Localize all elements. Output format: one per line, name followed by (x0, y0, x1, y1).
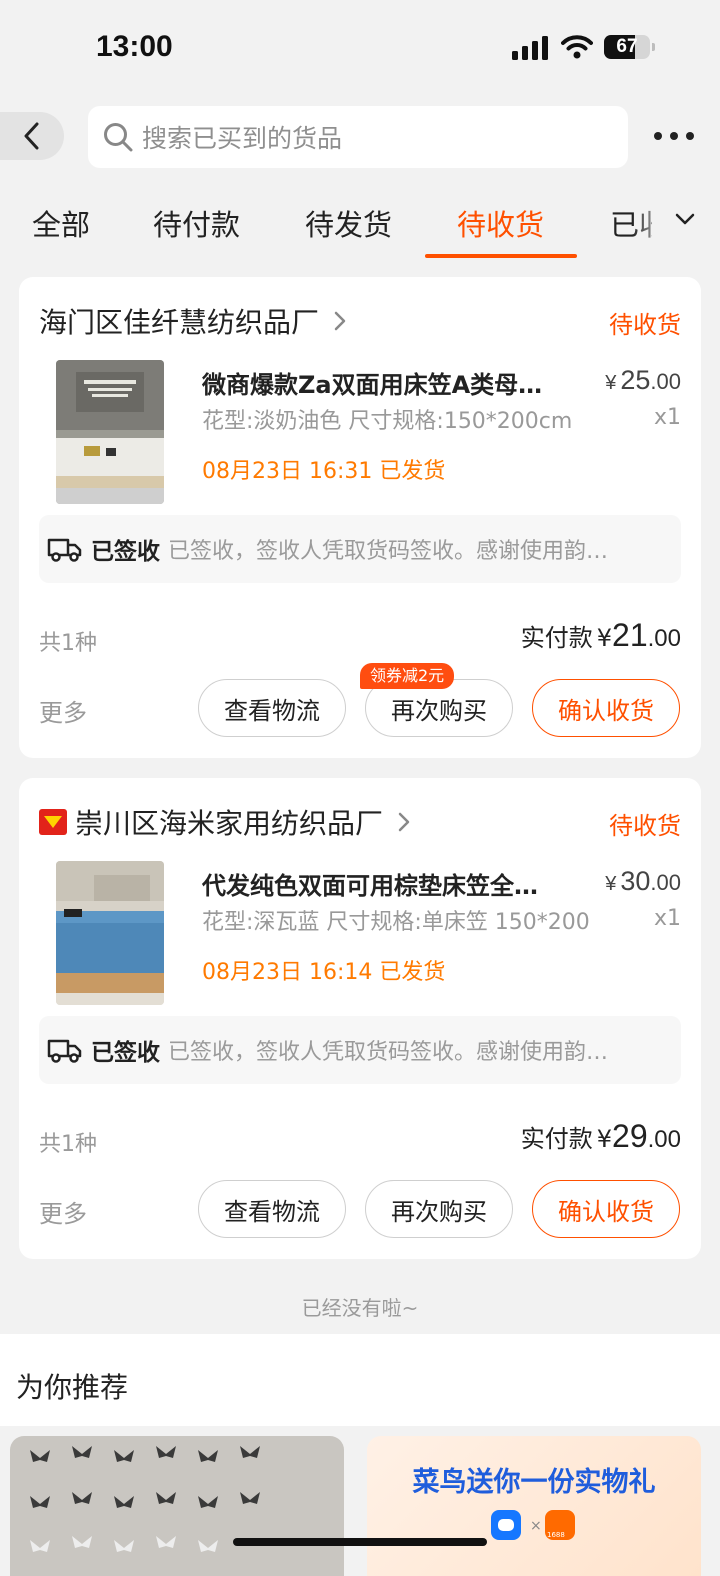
chevron-down-icon[interactable] (672, 210, 698, 228)
view-logistics-button[interactable]: 查看物流 (198, 679, 346, 737)
truck-icon (47, 538, 82, 562)
product-title[interactable]: 代发纯色双面可用棕垫床笠全… (202, 866, 562, 901)
shop-logo-icon (39, 809, 67, 835)
tab-pending-receipt[interactable]: 待收货 (457, 202, 544, 244)
tab-pending-shipment[interactable]: 待发货 (305, 202, 392, 244)
chevron-right-icon (398, 812, 410, 832)
recommendations-title: 为你推荐 (16, 1371, 129, 1404)
tab-all[interactable]: 全部 (32, 202, 90, 244)
more-actions[interactable]: 更多 (39, 1194, 87, 1229)
product-image[interactable] (56, 360, 164, 504)
tab-fade (632, 188, 672, 258)
product-price: ¥25.00 (605, 365, 681, 395)
end-of-list-note: 已经没有啦~ (301, 1296, 419, 1320)
recommendations-section: 为你推荐 菜鸟送你一份实物礼 × 1688 (0, 1334, 720, 1576)
item-kinds: 共1种 (39, 1132, 97, 1157)
product-quantity: x1 (653, 906, 681, 931)
shipping-info: 08月23日 16:31 已发货 (202, 459, 446, 484)
order-status: 待收货 (609, 812, 681, 840)
paid-amount: 实付款 ¥29.00 (520, 1118, 681, 1154)
product-price: ¥30.00 (605, 866, 681, 896)
shop-link[interactable]: 海门区佳纤慧纺织品厂 (39, 301, 351, 341)
partner-logos-icon: × 1688 (491, 1510, 575, 1540)
chevron-right-icon (334, 311, 346, 331)
status-bar: 13:00 67 (0, 0, 720, 96)
clock: 13:00 (96, 30, 173, 63)
product-quantity: x1 (653, 405, 681, 430)
active-tab-indicator (425, 254, 577, 258)
shop-name: 海门区佳纤慧纺织品厂 (39, 306, 320, 339)
more-dot-icon (654, 132, 662, 140)
tab-pending-payment[interactable]: 待付款 (153, 202, 240, 244)
home-indicator[interactable] (233, 1538, 487, 1546)
shop-name: 崇川区海米家用纺织品厂 (75, 807, 384, 840)
coupon-badge[interactable]: 领券减2元 (360, 663, 455, 689)
product-spec: 花型:淡奶油色 尺寸规格:150*200cm (202, 409, 573, 434)
more-actions[interactable]: 更多 (39, 693, 87, 728)
wifi-icon (561, 35, 593, 59)
battery-level: 67 (616, 36, 638, 57)
svg-text:×: × (530, 1518, 542, 1534)
shipping-info: 08月23日 16:14 已发货 (202, 960, 446, 985)
search-input[interactable]: 搜索已买到的货品 (88, 106, 628, 168)
back-button[interactable] (0, 112, 64, 160)
truck-icon (47, 1039, 82, 1063)
view-logistics-button[interactable]: 查看物流 (198, 1180, 346, 1238)
product-image[interactable] (56, 861, 164, 1005)
shop-link[interactable]: 崇川区海米家用纺织品厂 (39, 802, 415, 842)
order-card: 崇川区海米家用纺织品厂 待收货 代发纯色双面可用棕垫床笠全… ¥30.00 花型… (19, 778, 701, 1259)
cellular-signal-icon (512, 36, 548, 60)
product-spec: 花型:深瓦蓝 尺寸规格:单床笠 150*200 (202, 910, 590, 935)
logistics-state: 已签收 (91, 1040, 160, 1066)
confirm-receipt-button[interactable]: 确认收货 (532, 1180, 680, 1238)
search-icon (104, 123, 133, 152)
buy-again-button[interactable]: 再次购买 (365, 1180, 513, 1238)
order-tabs: 全部 待付款 待发货 待收货 已收 (0, 188, 720, 260)
recommended-product-image[interactable] (10, 1436, 344, 1576)
logistics-state: 已签收 (91, 539, 160, 565)
logistics-detail: 已签收，签收人凭取货码签收。感谢使用韵… (168, 539, 609, 564)
more-dot-icon (686, 132, 694, 140)
item-kinds: 共1种 (39, 631, 97, 656)
more-options-button[interactable] (654, 122, 694, 150)
paid-amount: 实付款 ¥21.00 (520, 617, 681, 653)
logistics-summary[interactable]: 已签收 已签收，签收人凭取货码签收。感谢使用韵… (39, 1016, 681, 1084)
product-title[interactable]: 微商爆款Za双面用床笠A类母… (202, 365, 562, 400)
promo-text: 菜鸟送你一份实物礼 (412, 1467, 656, 1498)
order-card: 海门区佳纤慧纺织品厂 待收货 微商爆款Za双面用床笠A类母… ¥25.00 花型… (19, 277, 701, 758)
order-status: 待收货 (609, 311, 681, 339)
logistics-detail: 已签收，签收人凭取货码签收。感谢使用韵… (168, 1040, 609, 1065)
battery-icon: 67 (604, 35, 655, 59)
promo-banner[interactable]: 菜鸟送你一份实物礼 × 1688 (367, 1436, 701, 1576)
more-dot-icon (670, 132, 678, 140)
logistics-summary[interactable]: 已签收 已签收，签收人凭取货码签收。感谢使用韵… (39, 515, 681, 583)
chevron-left-icon (24, 122, 39, 150)
svg-text:1688: 1688 (547, 1531, 565, 1539)
confirm-receipt-button[interactable]: 确认收货 (532, 679, 680, 737)
search-placeholder: 搜索已买到的货品 (142, 124, 343, 153)
